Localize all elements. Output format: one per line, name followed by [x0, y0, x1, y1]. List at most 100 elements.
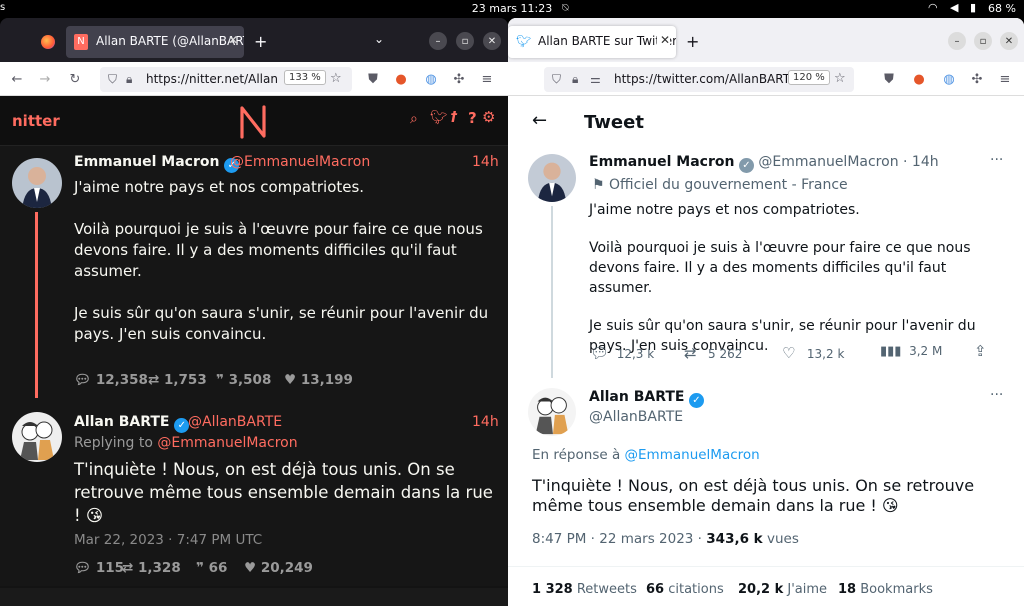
heart-icon: ♥: [284, 372, 297, 388]
zoom-indicator[interactable]: 133 %: [284, 70, 326, 85]
author-handle[interactable]: @AllanBARTE: [589, 409, 683, 425]
lock-icon[interactable]: 🔒︎: [572, 72, 578, 87]
minimize-button[interactable]: –: [948, 32, 966, 50]
avatar-macron[interactable]: [528, 154, 576, 202]
reply-action[interactable]: 💬︎ 12,3 k: [590, 344, 654, 362]
volume-icon[interactable]: ◀: [950, 1, 958, 14]
likes-stat[interactable]: 20,2 k J'aime: [738, 582, 827, 597]
pocket-icon[interactable]: ⛊: [364, 70, 382, 88]
menu-hamburger-icon[interactable]: ≡: [996, 70, 1014, 88]
quote-count[interactable]: ❞ 66: [196, 560, 227, 576]
tweet-date[interactable]: Mar 22, 2023 · 7:47 PM UTC: [74, 532, 262, 548]
rss-icon[interactable]: ꝉ: [450, 110, 457, 126]
permissions-icon[interactable]: ⚌: [590, 72, 601, 86]
retweets-stat[interactable]: 1 328 Retweets: [532, 582, 637, 597]
firefox-pinned-tab[interactable]: [10, 26, 60, 58]
retweet-action[interactable]: ⇄ 5 262: [684, 344, 742, 362]
url-bar[interactable]: ⛉ 🔒︎ ⚌ https://twitter.com/AllanBART 120…: [544, 67, 854, 92]
views-action[interactable]: ▮▮▮ 3,2 M: [880, 344, 942, 359]
retweet-count[interactable]: ⇄ 1,753: [148, 372, 207, 388]
back-arrow-icon[interactable]: ←: [8, 70, 26, 88]
close-tab-icon[interactable]: ✕: [656, 33, 670, 47]
extension-icon[interactable]: ◍: [940, 70, 958, 88]
new-tab-icon[interactable]: +: [254, 32, 267, 51]
battery-icon[interactable]: ▮: [970, 1, 976, 14]
more-options-icon[interactable]: ···: [990, 387, 1003, 403]
bookmark-star-icon[interactable]: ☆: [330, 71, 342, 86]
author-handle-time[interactable]: @EmmanuelMacron · 14h: [758, 154, 938, 170]
like-count[interactable]: ♥ 13,199: [284, 372, 353, 388]
author-name[interactable]: Allan BARTE: [589, 389, 685, 405]
nitter-brand-link[interactable]: nitter: [12, 112, 60, 130]
shield-icon[interactable]: ⛉: [552, 72, 561, 87]
help-icon[interactable]: ?: [468, 109, 477, 127]
wifi-icon[interactable]: ◠: [928, 1, 938, 14]
government-label[interactable]: ⚑ Officiel du gouvernement - France: [592, 177, 848, 193]
reply-count[interactable]: 💬︎ 115: [74, 560, 124, 576]
activities-icon[interactable]: s: [0, 2, 5, 13]
forward-arrow-icon[interactable]: →: [36, 70, 54, 88]
tab-nitter[interactable]: N Allan BARTE (@AllanBARTE ✕: [66, 26, 244, 58]
tweet-time[interactable]: 14h: [472, 414, 499, 430]
tab-twitter[interactable]: 🐦︎ Allan BARTE sur Twitter : ✕: [508, 26, 676, 58]
divider: [508, 566, 1024, 567]
duckduckgo-icon[interactable]: ●: [910, 70, 928, 88]
extension-icon[interactable]: ◍: [422, 70, 440, 88]
twitter-bird-icon[interactable]: 🐦︎: [430, 110, 448, 126]
extensions-puzzle-icon[interactable]: ✣: [968, 70, 986, 88]
author-name[interactable]: Emmanuel Macron ✓: [74, 154, 240, 173]
url-bar[interactable]: ⛉ 🔒︎ https://nitter.net/Allan 133 % ☆: [100, 67, 352, 92]
search-icon[interactable]: ⌕: [410, 111, 418, 127]
new-tab-icon[interactable]: +: [686, 32, 699, 51]
tab-bar: N Allan BARTE (@AllanBARTE ✕ + ⌄ – ▫ ✕: [0, 18, 508, 62]
tweet-paragraph: J'aime notre pays et nos compatriotes.: [74, 178, 365, 196]
url-text[interactable]: https://nitter.net/Allan: [146, 72, 278, 86]
maximize-button[interactable]: ▫: [974, 32, 992, 50]
thread-tweet-macron[interactable]: Emmanuel Macron ✓ @EmmanuelMacron 14h J'…: [0, 146, 508, 402]
like-action[interactable]: ♡ 13,2 k: [782, 344, 844, 362]
clock[interactable]: 23 mars 11:23: [0, 2, 1024, 15]
like-count[interactable]: ♥ 20,249: [244, 560, 313, 576]
share-icon[interactable]: ⇪: [974, 342, 987, 360]
author-handle[interactable]: @EmmanuelMacron: [230, 154, 370, 170]
author-name[interactable]: Emmanuel Macron: [589, 154, 734, 170]
replying-to-handle[interactable]: @EmmanuelMacron: [157, 435, 297, 451]
avatar-macron[interactable]: [12, 158, 62, 208]
duckduckgo-icon[interactable]: ●: [392, 70, 410, 88]
author-handle[interactable]: @AllanBARTE: [188, 414, 282, 430]
maximize-button[interactable]: ▫: [456, 32, 474, 50]
avatar-allan-barte[interactable]: [12, 412, 62, 462]
tweet-date[interactable]: 8:47 PM · 22 mars 2023 ·: [532, 531, 702, 547]
pocket-icon[interactable]: ⛊: [880, 70, 898, 88]
quotes-stat[interactable]: 66 citations: [646, 582, 724, 597]
avatar-allan-barte[interactable]: [528, 388, 576, 436]
url-text[interactable]: https://twitter.com/AllanBART: [614, 72, 790, 86]
reload-icon[interactable]: ↻: [66, 70, 84, 88]
quote-count[interactable]: ❞ 3,508: [216, 372, 271, 388]
settings-gear-icon[interactable]: ⚙: [482, 108, 495, 126]
list-tabs-chevron-icon[interactable]: ⌄: [374, 32, 384, 46]
reply-count[interactable]: 💬︎ 12,358: [74, 372, 148, 388]
analytics-bars-icon: ▮▮▮: [880, 344, 902, 359]
close-tab-icon[interactable]: ✕: [228, 33, 238, 47]
nav-toolbar: ⛉ 🔒︎ ⚌ https://twitter.com/AllanBART 120…: [508, 62, 1024, 96]
thread-tweet-allan[interactable]: Allan BARTE ✓ @AllanBARTE 14h Replying t…: [0, 398, 508, 586]
nitter-logo-icon[interactable]: [238, 105, 268, 139]
menu-hamburger-icon[interactable]: ≡: [478, 70, 496, 88]
lock-icon[interactable]: 🔒︎: [126, 72, 132, 87]
bookmarks-stat[interactable]: 18 Bookmarks: [838, 582, 933, 597]
author-name[interactable]: Allan BARTE ✓: [74, 414, 190, 433]
retweet-count[interactable]: ⇄ 1,328: [122, 560, 181, 576]
back-arrow-icon[interactable]: ←: [532, 110, 547, 131]
close-window-button[interactable]: ✕: [1000, 32, 1018, 50]
tweet-time[interactable]: 14h: [472, 154, 499, 170]
more-options-icon[interactable]: ···: [990, 152, 1003, 168]
tweet-paragraph: Voilà pourquoi je suis à l'œuvre pour fa…: [74, 220, 483, 280]
reply-to-handle[interactable]: @EmmanuelMacron: [625, 447, 760, 463]
shield-icon[interactable]: ⛉: [108, 72, 117, 87]
extensions-puzzle-icon[interactable]: ✣: [450, 70, 468, 88]
close-window-button[interactable]: ✕: [483, 32, 501, 50]
bookmark-star-icon[interactable]: ☆: [834, 71, 846, 86]
zoom-indicator[interactable]: 120 %: [788, 70, 830, 85]
minimize-button[interactable]: –: [429, 32, 447, 50]
